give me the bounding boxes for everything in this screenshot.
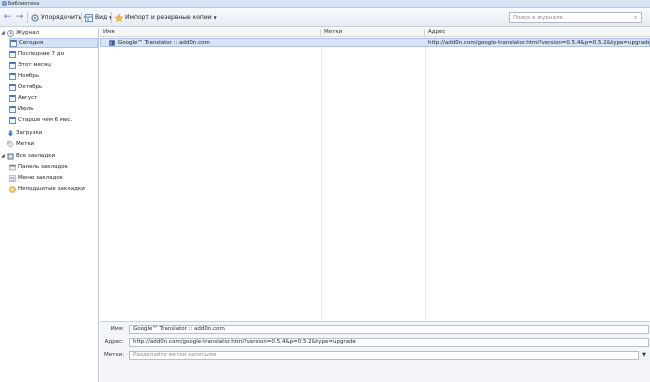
- calendar-icon: [9, 72, 16, 80]
- tags-field[interactable]: Разделяйте метки запятыми: [129, 351, 649, 360]
- tree-item-downloads[interactable]: Загрузки: [1, 128, 98, 138]
- tag-icon: [7, 140, 14, 148]
- tree-item-label: Октябрь: [18, 84, 43, 90]
- calendar-icon: [9, 50, 16, 58]
- expand-triangle-icon[interactable]: ◢: [1, 30, 6, 36]
- tree-item-history[interactable]: ◢ Журнал: [1, 28, 98, 38]
- views-label: Вид: [95, 14, 108, 21]
- name-label: Имя:: [110, 326, 124, 332]
- tree-item-label: Меню закладок: [18, 175, 64, 181]
- window-title: Библиотека: [8, 1, 40, 7]
- import-backup-label: Импорт и резервные копии: [125, 14, 212, 21]
- bookmarks-toolbar-icon: [9, 164, 16, 170]
- calendar-icon: [10, 39, 17, 47]
- tree-item-bookmark-2[interactable]: Неподшитые закладки: [9, 184, 98, 194]
- back-arrow-icon[interactable]: ←: [2, 12, 13, 23]
- address-label: Адрес:: [104, 339, 124, 345]
- row-address-cell: http://add0n.com/google-translator.html?…: [428, 40, 649, 46]
- search-icon[interactable]: ⌕: [634, 14, 637, 22]
- tree-item-history-5[interactable]: Август: [9, 93, 98, 103]
- tree-item-history-4[interactable]: Октябрь: [9, 82, 98, 92]
- organize-menu-button[interactable]: Упорядочить ▼: [31, 12, 87, 23]
- calendar-icon: [9, 116, 16, 124]
- calendar-icon: [9, 61, 16, 69]
- tree-item-label: Метки: [16, 141, 35, 147]
- organize-label: Упорядочить: [41, 14, 82, 21]
- row-tags-cell: [326, 40, 426, 47]
- tree-item-label: Этот месяц: [18, 62, 51, 68]
- download-arrow-icon: [7, 130, 14, 136]
- column-divider: [321, 37, 322, 321]
- unsorted-bookmarks-icon: [9, 185, 16, 193]
- toolbar-separator: [27, 12, 28, 23]
- list-header: Имя Метки Адрес: [100, 28, 650, 37]
- expand-triangle-icon[interactable]: ◢: [1, 153, 6, 159]
- tree-item-label: Сегодня: [19, 40, 44, 46]
- column-divider: [425, 37, 426, 321]
- tree-item-bookmark-1[interactable]: Меню закладок: [9, 173, 98, 183]
- tree-item-history-2[interactable]: Этот месяц: [9, 60, 98, 70]
- tree-item-history-3[interactable]: Ноябрь: [9, 71, 98, 81]
- tags-label: Метки:: [104, 352, 125, 358]
- bookmarks-menu-icon: [9, 174, 16, 182]
- clock-icon: [7, 29, 14, 37]
- tree-item-history-1[interactable]: Последние 7 дн: [9, 49, 98, 59]
- table-row[interactable]: Google™ Translator :: add0n.com http://a…: [100, 38, 650, 47]
- bookmark-favicon-icon: [109, 40, 115, 46]
- column-header-tags[interactable]: Метки: [321, 29, 425, 37]
- views-menu-button[interactable]: Вид ▼: [85, 12, 112, 23]
- address-field[interactable]: http://add0n.com/google-translator.html?…: [129, 338, 649, 347]
- calendar-icon: [9, 105, 16, 113]
- toolbar-separator: [111, 12, 112, 23]
- details-panel: Имя: Google™ Translator :: add0n.com Адр…: [100, 321, 650, 382]
- tree-item-label: Август: [18, 95, 38, 101]
- toolbar: ← → Упорядочить ▼ Вид ▼ Импорт и резервн…: [0, 8, 650, 27]
- tree-item-history-6[interactable]: Июль: [9, 104, 98, 114]
- calendar-icon: [9, 94, 16, 102]
- name-field[interactable]: Google™ Translator :: add0n.com: [129, 325, 649, 334]
- tree-item-label: Журнал: [16, 30, 40, 36]
- library-app-icon: [2, 1, 7, 6]
- calendar-icon: [9, 83, 16, 91]
- tree-item-tags[interactable]: Метки: [1, 139, 98, 149]
- chevron-down-icon: ▼: [213, 15, 217, 20]
- column-header-address[interactable]: Адрес: [425, 29, 650, 37]
- bookmarks-book-icon: [7, 153, 14, 159]
- tree-item-label: Все закладки: [16, 153, 56, 159]
- tree-item-label: Старше чем 6 мес.: [18, 117, 73, 123]
- row-name-cell: Google™ Translator :: add0n.com: [118, 40, 210, 46]
- tags-dropdown-chevron-icon[interactable]: ▼: [638, 351, 649, 360]
- forward-arrow-icon[interactable]: →: [14, 12, 25, 23]
- tree-item-history-7[interactable]: Старше чем 6 мес.: [9, 115, 98, 125]
- views-grid-icon: [85, 13, 93, 22]
- column-header-name[interactable]: Имя: [100, 29, 321, 37]
- tree-item-label: Июль: [18, 106, 34, 112]
- tree-item-label: Загрузки: [16, 130, 43, 136]
- gear-icon: [31, 13, 39, 22]
- search-input[interactable]: [509, 12, 642, 23]
- title-bar: Библиотека: [0, 0, 650, 8]
- sidebar-tree: ◢ Журнал Сегодня Последние 7 дн Этот мес…: [0, 28, 99, 382]
- star-icon: [115, 13, 123, 22]
- tree-item-all-bookmarks[interactable]: ◢ Все закладки: [1, 151, 98, 161]
- import-backup-menu-button[interactable]: Импорт и резервные копии ▼: [115, 12, 217, 23]
- tree-item-label: Неподшитые закладки: [18, 186, 85, 192]
- tree-item-bookmark-0[interactable]: Панель закладок: [9, 162, 98, 172]
- tree-item-label: Последние 7 дн: [18, 51, 65, 57]
- tree-item-label: Ноябрь: [18, 73, 39, 79]
- tree-item-label: Панель закладок: [18, 164, 68, 170]
- toolbar-separator: [81, 12, 82, 23]
- tree-item-history-0[interactable]: Сегодня: [9, 38, 98, 48]
